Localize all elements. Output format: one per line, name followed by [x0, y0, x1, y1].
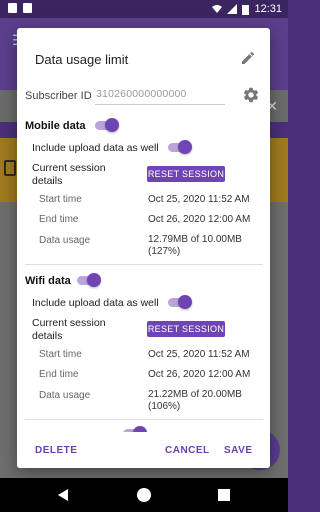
mobile-include-upload-toggle[interactable] [166, 140, 192, 154]
mobile-start-label: Start time [39, 194, 82, 205]
save-button[interactable]: SAVE [224, 445, 253, 456]
mobile-include-upload-label: Include upload data as well [32, 142, 159, 154]
wifi-usage-label: Data usage [39, 390, 91, 401]
toggle-thumb [178, 140, 192, 154]
home-icon[interactable] [137, 488, 151, 502]
wifi-include-upload-label: Include upload data as well [32, 297, 159, 309]
dialog-actions: DELETE CANCEL SAVE [17, 432, 270, 468]
gear-icon[interactable] [242, 86, 260, 104]
mobile-end-value: Oct 26, 2020 12:00 AM [148, 214, 251, 225]
subscriber-id-label: Subscriber ID [25, 90, 92, 102]
subscriber-id-value: 310260000000000 [96, 88, 187, 100]
signal-icon [227, 4, 238, 14]
edit-icon[interactable] [240, 50, 256, 66]
recents-icon[interactable] [218, 489, 230, 501]
mobile-end-label: End time [39, 214, 79, 225]
cancel-button[interactable]: CANCEL [165, 445, 210, 456]
mobile-session-label: Current session details [32, 162, 106, 187]
settings-notification-icon [8, 3, 17, 13]
mobile-data-toggle[interactable] [93, 118, 119, 132]
data-usage-dialog: Data usage limit Subscriber ID 310260000… [17, 28, 270, 468]
mobile-data-title: Mobile data [25, 120, 86, 132]
mobile-reset-session-button[interactable]: RESET SESSION [147, 166, 225, 182]
section-divider [25, 419, 263, 420]
back-icon[interactable] [58, 489, 68, 501]
mobile-usage-label: Data usage [39, 235, 91, 246]
status-bar: 12:31 [0, 0, 288, 18]
wifi-usage-value: 21.22MB of 20.00MB (106%) [148, 389, 242, 412]
wifi-start-value: Oct 25, 2020 11:52 AM [148, 349, 250, 360]
dialog-scroll-area[interactable]: Mobile data Include upload data as well … [17, 110, 270, 432]
wifi-data-title: Wifi data [25, 275, 71, 287]
section-divider [25, 264, 263, 265]
toggle-thumb [178, 295, 192, 309]
wifi-start-label: Start time [39, 349, 82, 360]
wifi-data-toggle[interactable] [75, 273, 101, 287]
delete-button[interactable]: DELETE [35, 445, 77, 456]
mobile-start-value: Oct 25, 2020 11:52 AM [148, 194, 250, 205]
dialog-title: Data usage limit [35, 52, 129, 67]
wifi-end-label: End time [39, 369, 79, 380]
mobile-usage-value: 12.79MB of 10.00MB (127%) [148, 234, 242, 257]
clock: 12:31 [254, 3, 282, 15]
toggle-thumb [105, 118, 119, 132]
wifi-icon [212, 5, 223, 13]
toggle-thumb [87, 273, 101, 287]
navigation-bar [0, 478, 288, 512]
wifi-include-upload-toggle[interactable] [166, 295, 192, 309]
wifi-session-label: Current session details [32, 317, 106, 342]
sim-card-icon [4, 160, 16, 176]
battery-icon [242, 4, 250, 15]
subscriber-id-field[interactable]: 310260000000000 [95, 85, 225, 105]
wifi-reset-session-button[interactable]: RESET SESSION [147, 321, 225, 337]
wifi-end-value: Oct 26, 2020 12:00 AM [148, 369, 251, 380]
sd-card-icon [23, 3, 32, 13]
